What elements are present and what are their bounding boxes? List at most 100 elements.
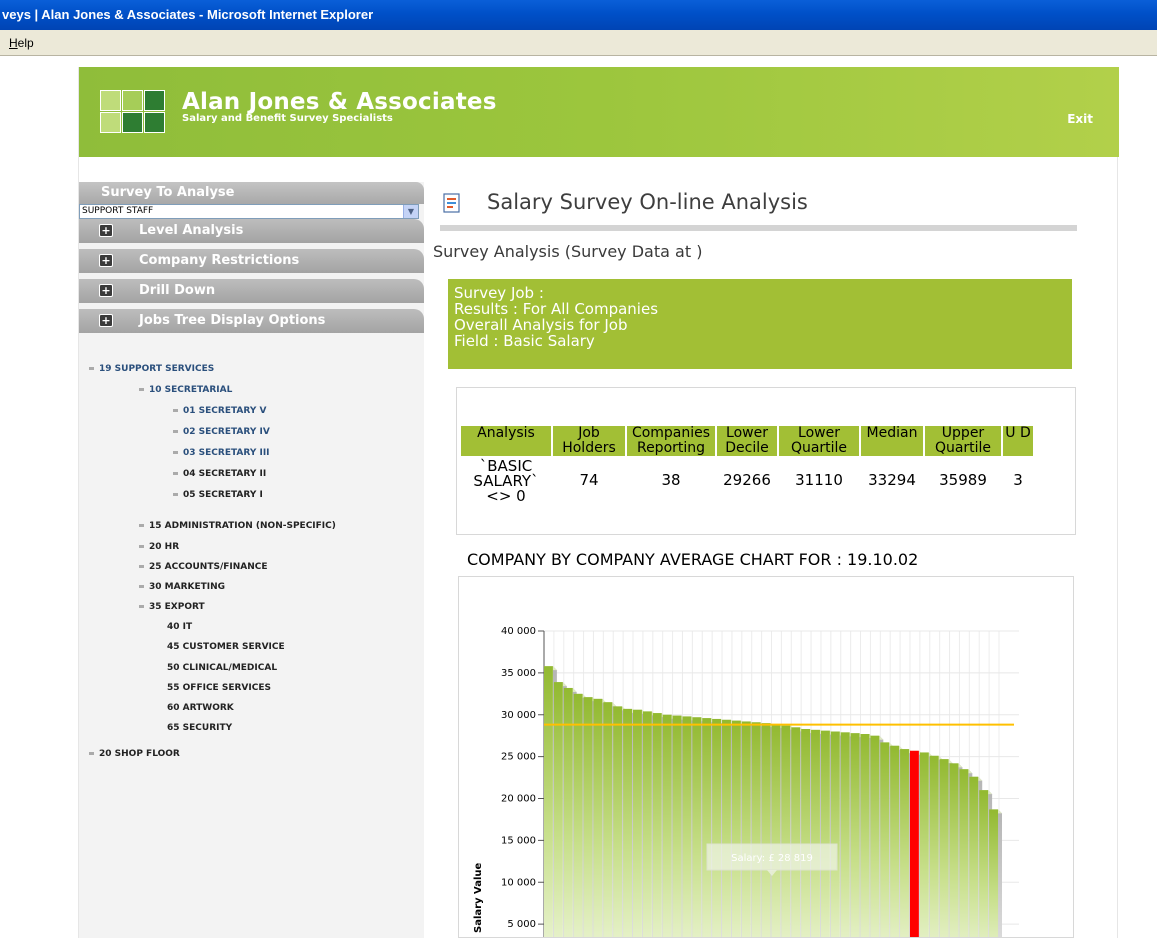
tree-bullet-icon — [173, 430, 178, 433]
tree-node[interactable]: 20 HR — [139, 542, 179, 552]
chart-bar — [801, 728, 811, 937]
chart-bar — [909, 750, 919, 937]
chart-bar — [840, 732, 850, 937]
chart-bar — [791, 727, 801, 937]
chart-bar — [702, 718, 712, 937]
panel-jobs-tree-display-options[interactable]: + Jobs Tree Display Options — [79, 309, 424, 333]
tree-node[interactable]: 03 SECRETARY III — [173, 448, 270, 458]
cell-analysis: `BASIC SALARY` <> 0 — [473, 457, 539, 505]
y-tick-label: 5 000 — [507, 919, 536, 930]
tree-node[interactable]: 20 SHOP FLOOR — [89, 749, 180, 759]
tree-node[interactable]: 35 EXPORT — [139, 602, 205, 612]
salary-chart[interactable]: 5 000 10 000 15 000 20 000 25 000 30 000 35 00… — [459, 577, 1074, 938]
info-line: Results : For All Companies — [454, 300, 659, 318]
tree-node[interactable]: 25 ACCOUNTS/FINANCE — [139, 562, 268, 572]
tree-node[interactable]: 40 IT — [167, 622, 192, 632]
chart-bar — [613, 706, 623, 937]
menu-help[interactable]: Help — [9, 36, 34, 50]
analysis-subtitle: Survey Analysis (Survey Data at ) — [433, 242, 703, 261]
panel-drill-down[interactable]: + Drill Down — [79, 279, 424, 303]
chart-bar — [633, 709, 642, 937]
chart-bar — [583, 697, 593, 937]
tree-bullet-icon — [139, 605, 144, 608]
expand-icon[interactable]: + — [99, 224, 113, 237]
panel-level-analysis[interactable]: + Level Analysis — [79, 219, 424, 243]
chart-bar — [573, 693, 583, 937]
tree-bullet-icon — [173, 409, 178, 412]
y-axis-label: Salary Value — [473, 862, 484, 933]
y-tick-label: 20 000 — [501, 794, 536, 805]
col-header: Lower Decile — [717, 426, 777, 456]
expand-icon[interactable]: + — [99, 254, 113, 267]
results-table-container[interactable]: Analysis Job Holders Companies Reporting… — [456, 387, 1076, 535]
tree-node[interactable]: 04 SECRETARY II — [173, 469, 266, 479]
panel-label: Drill Down — [139, 283, 216, 298]
tree-bullet-icon — [139, 524, 144, 527]
brand: Alan Jones & Associates Salary and Benef… — [182, 89, 497, 124]
info-line: Field : Basic Salary — [454, 332, 595, 350]
tree-node[interactable]: 30 MARKETING — [139, 582, 225, 592]
chart-bar — [553, 682, 563, 937]
tree-node[interactable]: 05 SECRETARY I — [173, 490, 263, 500]
chart-bar — [890, 745, 900, 937]
tree-bullet-icon — [139, 585, 144, 588]
col-header: Median — [861, 426, 923, 456]
col-header: Companies Reporting — [627, 426, 715, 456]
y-tick-label: 40 000 — [501, 626, 536, 637]
tree-node[interactable]: 45 CUSTOMER SERVICE — [167, 642, 285, 652]
table-cell: 33294 — [868, 471, 916, 489]
tree-bullet-icon — [139, 565, 144, 568]
tree-node[interactable]: 02 SECRETARY IV — [173, 427, 270, 437]
col-header: U D — [1003, 426, 1033, 456]
tree-bullet-icon — [173, 451, 178, 454]
chart-bar — [969, 776, 979, 937]
tree-node[interactable]: 10 SECRETARIAL — [139, 385, 232, 395]
chart-bar — [781, 725, 791, 937]
chart-bar — [939, 759, 949, 937]
col-header: Analysis — [461, 426, 551, 456]
site-header: Alan Jones & Associates Salary and Benef… — [79, 67, 1119, 157]
chart-bar — [900, 749, 909, 937]
tree-bullet-icon — [173, 493, 178, 496]
expand-icon[interactable]: + — [99, 284, 113, 297]
chart-container: 5 000 10 000 15 000 20 000 25 000 30 000 35 00… — [458, 576, 1074, 938]
tree-node[interactable]: 50 CLINICAL/MEDICAL — [167, 663, 277, 673]
tree-node[interactable]: 60 ARTWORK — [167, 703, 234, 713]
y-tick-label: 25 000 — [501, 752, 536, 763]
panel-company-restrictions[interactable]: + Company Restrictions — [79, 249, 424, 273]
chart-bar — [692, 717, 702, 937]
chart-heading: COMPANY BY COMPANY AVERAGE CHART FOR : 1… — [467, 550, 919, 569]
tree-bullet-icon — [89, 367, 94, 370]
page-title: Salary Survey On-line Analysis — [487, 190, 808, 214]
title-divider — [440, 225, 1077, 231]
tree-node[interactable]: 19 SUPPORT SERVICES — [89, 364, 214, 374]
survey-info-box: Survey Job : Results : For All Companies… — [448, 279, 1072, 369]
main-content: Salary Survey On-line Analysis Survey An… — [423, 182, 1119, 938]
expand-icon[interactable]: + — [99, 314, 113, 327]
tree-node[interactable]: 55 OFFICE SERVICES — [167, 683, 271, 693]
chart-bar — [662, 714, 672, 937]
chart-bar — [731, 720, 741, 937]
table-header-row: Analysis Job Holders Companies Reporting… — [461, 426, 1033, 456]
brand-name: Alan Jones & Associates — [182, 89, 497, 115]
tree-node[interactable]: 15 ADMINISTRATION (NON-SPECIFIC) — [139, 521, 336, 531]
tree-bullet-icon — [139, 545, 144, 548]
chart-bar — [880, 742, 890, 937]
tree-node[interactable]: 01 SECRETARY V — [173, 406, 266, 416]
tree-node[interactable]: 65 SECURITY — [167, 723, 232, 733]
chart-bar — [603, 702, 613, 937]
chart-bar — [761, 723, 771, 937]
chart-bar — [544, 666, 553, 937]
survey-select[interactable]: SUPPORT STAFF ▼ — [79, 204, 419, 219]
chart-bar — [642, 711, 652, 937]
chevron-down-icon[interactable]: ▼ — [403, 205, 418, 218]
results-table: Analysis Job Holders Companies Reporting… — [459, 426, 1035, 504]
chart-bar — [949, 763, 959, 937]
panel-label: Level Analysis — [139, 223, 244, 238]
chart-bar — [979, 790, 989, 937]
chart-bar — [929, 755, 939, 937]
tooltip-text: Salary: £ 28 819 — [731, 853, 813, 864]
exit-link[interactable]: Exit — [1067, 112, 1093, 126]
bar-side — [998, 809, 1002, 937]
info-line: Survey Job : — [454, 284, 544, 302]
